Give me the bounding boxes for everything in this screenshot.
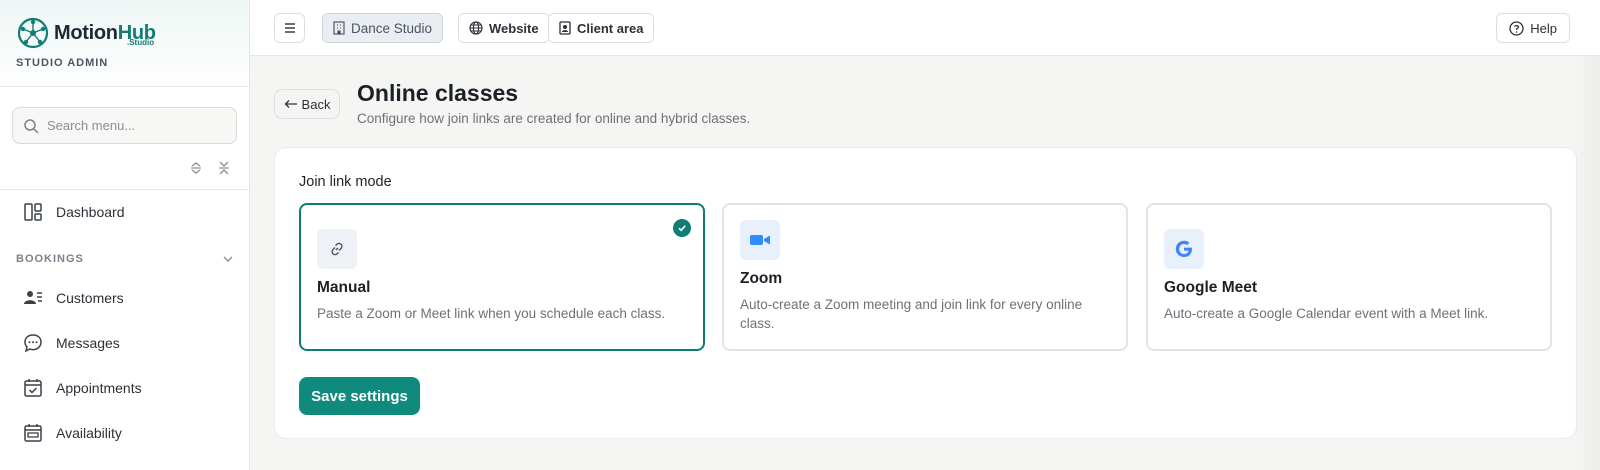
sidebar-item-label: Dashboard (56, 204, 125, 220)
video-camera-icon (740, 220, 780, 260)
save-settings-button[interactable]: Save settings (299, 377, 420, 415)
chat-bubble-icon (22, 332, 44, 354)
search-box (12, 107, 237, 144)
sidebar-item-messages[interactable]: Messages (22, 328, 120, 358)
option-description: Auto-create a Google Calendar event with… (1164, 306, 1489, 321)
calendar-table-icon (22, 422, 44, 444)
brand-header: MotionHub .Studio STUDIO ADMIN (0, 0, 249, 87)
search-input[interactable] (47, 118, 217, 133)
sidebar-item-customers[interactable]: Customers (22, 283, 124, 313)
join-link-mode-label: Join link mode (299, 174, 392, 190)
sidebar-tools (188, 160, 232, 176)
help-button[interactable]: Help (1496, 13, 1570, 43)
selected-check-icon (673, 219, 691, 237)
divider (0, 189, 249, 190)
option-google-meet[interactable]: Google Meet Auto-create a Google Calenda… (1146, 203, 1552, 351)
sidebar-item-label: Customers (56, 290, 124, 306)
option-description: Paste a Zoom or Meet link when you sched… (317, 306, 666, 321)
back-button[interactable]: Back (274, 89, 340, 119)
section-bookings[interactable]: BOOKINGS (16, 253, 234, 265)
role-label: STUDIO ADMIN (16, 57, 109, 69)
option-zoom[interactable]: Zoom Auto-create a Zoom meeting and join… (722, 203, 1128, 351)
option-title: Zoom (740, 270, 783, 287)
sidebar-item-appointments[interactable]: Appointments (22, 373, 142, 403)
studio-name: Dance Studio (351, 20, 433, 36)
expand-all-icon[interactable] (188, 160, 204, 176)
sidebar-item-label: Appointments (56, 380, 142, 396)
calendar-check-icon (22, 377, 44, 399)
id-badge-icon (559, 21, 571, 35)
chevron-down-icon (223, 256, 233, 262)
hamburger-icon (284, 23, 295, 33)
settings-card: Join link mode Manual Paste a Zoom or Me… (274, 147, 1577, 439)
motionhub-logo-icon (17, 17, 49, 49)
globe-icon (469, 21, 483, 35)
brand-sub: .Studio (127, 38, 155, 47)
option-description: Auto-create a Zoom meeting and join link… (740, 297, 1083, 331)
topbar: Dance Studio Website Client area Help (250, 0, 1600, 56)
section-label: BOOKINGS (16, 253, 84, 265)
brand-name-part1: Motion (54, 22, 118, 44)
help-circle-icon (1509, 20, 1524, 36)
collapse-all-icon[interactable] (216, 160, 232, 176)
page-title: Online classes (357, 80, 519, 106)
link-icon (317, 229, 357, 269)
google-icon (1164, 229, 1204, 269)
logo[interactable]: MotionHub (16, 16, 233, 50)
client-area-label: Client area (577, 20, 644, 36)
arrow-left-icon (284, 100, 297, 108)
option-title: Google Meet (1164, 279, 1258, 296)
option-title: Manual (317, 279, 371, 296)
search-icon (24, 118, 39, 133)
sidebar-item-dashboard[interactable]: Dashboard (22, 197, 125, 227)
back-label: Back (301, 96, 331, 112)
sidebar: MotionHub .Studio STUDIO ADMIN Dashboard… (0, 0, 250, 470)
users-list-icon (22, 287, 44, 309)
layout-icon (22, 201, 44, 223)
studio-selector[interactable]: Dance Studio (322, 13, 444, 43)
website-button[interactable]: Website (458, 13, 550, 43)
sidebar-item-availability[interactable]: Availability (22, 418, 122, 448)
client-area-button[interactable]: Client area (548, 13, 655, 43)
menu-toggle-button[interactable] (274, 13, 305, 43)
page-subtitle: Configure how join links are created for… (357, 111, 751, 126)
website-label: Website (489, 20, 539, 36)
sidebar-item-label: Availability (56, 425, 122, 441)
help-label: Help (1530, 20, 1557, 36)
building-icon (333, 21, 345, 35)
option-manual[interactable]: Manual Paste a Zoom or Meet link when yo… (299, 203, 705, 351)
sidebar-item-label: Messages (56, 335, 120, 351)
